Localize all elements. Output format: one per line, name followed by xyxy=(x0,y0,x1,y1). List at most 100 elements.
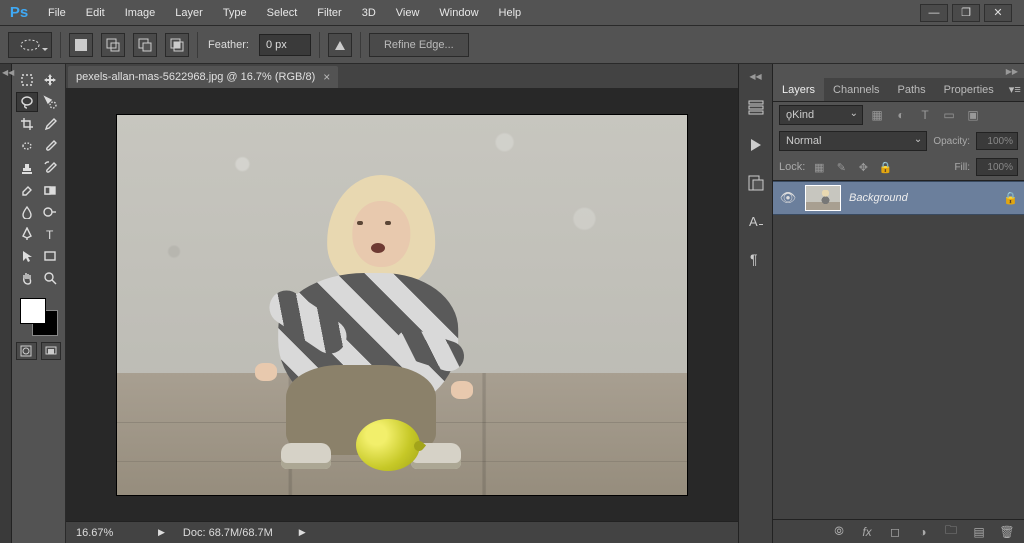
tab-layers[interactable]: Layers xyxy=(773,78,824,101)
gradient-tool[interactable] xyxy=(39,180,61,200)
feather-input[interactable]: 0 px xyxy=(259,34,311,56)
tab-paths[interactable]: Paths xyxy=(889,78,935,101)
color-swatches[interactable] xyxy=(20,298,58,336)
history-brush-tool[interactable] xyxy=(39,158,61,178)
svg-text:T: T xyxy=(46,228,54,241)
group-icon[interactable]: 🗀 xyxy=(942,523,960,541)
expand-strip-icon[interactable]: ◀◀ xyxy=(749,72,761,81)
lock-all-icon[interactable]: 🔒 xyxy=(877,159,893,175)
add-selection-button[interactable] xyxy=(101,33,125,57)
window-controls: — ❐ ✕ xyxy=(920,4,1018,22)
menu-image[interactable]: Image xyxy=(115,3,166,23)
filter-adjust-icon[interactable]: ◐ xyxy=(891,105,911,125)
filter-smart-icon[interactable]: ▣ xyxy=(963,105,983,125)
tab-properties[interactable]: Properties xyxy=(935,78,1003,101)
stamp-tool[interactable] xyxy=(16,158,38,178)
options-bar: Feather: 0 px Refine Edge... xyxy=(0,26,1024,64)
filter-kind-select[interactable]: ϙ Kind xyxy=(779,105,863,125)
menu-filter[interactable]: Filter xyxy=(307,3,351,23)
quickmask-button[interactable] xyxy=(16,342,37,360)
marquee-tool[interactable] xyxy=(16,70,38,90)
subtract-selection-button[interactable] xyxy=(133,33,157,57)
crop-tool[interactable] xyxy=(16,114,38,134)
pen-tool[interactable] xyxy=(16,224,38,244)
foreground-swatch[interactable] xyxy=(20,298,46,324)
mask-icon[interactable]: ◻ xyxy=(886,523,904,541)
blur-tool[interactable] xyxy=(16,202,38,222)
hand-tool[interactable] xyxy=(16,268,38,288)
filter-type-icon[interactable]: T xyxy=(915,105,935,125)
svg-text:¶: ¶ xyxy=(750,251,758,267)
menu-type[interactable]: Type xyxy=(213,3,257,23)
menu-3d[interactable]: 3D xyxy=(352,3,386,23)
status-expand-icon[interactable]: ▶ xyxy=(158,527,165,538)
zoom-readout[interactable]: 16.67% xyxy=(76,527,132,539)
actions-panel-icon[interactable] xyxy=(744,133,768,157)
intersect-selection-button[interactable] xyxy=(165,33,189,57)
antialias-button[interactable] xyxy=(328,33,352,57)
opacity-input[interactable]: 100% xyxy=(976,132,1018,150)
canvas-viewport[interactable] xyxy=(66,88,738,521)
filter-shape-icon[interactable]: ▭ xyxy=(939,105,959,125)
character-panel-icon[interactable]: A xyxy=(744,209,768,233)
balloon-shape xyxy=(356,419,420,471)
menu-select[interactable]: Select xyxy=(257,3,308,23)
menu-file[interactable]: File xyxy=(38,3,76,23)
status-more-icon[interactable]: ▶ xyxy=(299,527,306,538)
delete-layer-icon[interactable]: 🗑 xyxy=(998,523,1016,541)
collapse-panels-icon[interactable]: ▶▶ xyxy=(773,64,1024,78)
menu-edit[interactable]: Edit xyxy=(76,3,115,23)
adjustment-icon[interactable]: ◑ xyxy=(914,523,932,541)
lock-transparent-icon[interactable]: ▦ xyxy=(811,159,827,175)
minimize-button[interactable]: — xyxy=(920,4,948,22)
lock-position-icon[interactable]: ✥ xyxy=(855,159,871,175)
eraser-tool[interactable] xyxy=(16,180,38,200)
close-tab-icon[interactable]: × xyxy=(323,70,330,84)
menu-window[interactable]: Window xyxy=(429,3,488,23)
visibility-eye-icon[interactable]: 👁 xyxy=(779,190,797,206)
history-panel-icon[interactable] xyxy=(744,95,768,119)
fill-input[interactable]: 100% xyxy=(976,158,1018,176)
zoom-tool[interactable] xyxy=(39,268,61,288)
panel-menu-icon[interactable]: ▾≡ xyxy=(1003,78,1024,101)
svg-text:A: A xyxy=(749,214,758,229)
quick-select-tool[interactable] xyxy=(39,92,61,112)
refine-edge-button[interactable]: Refine Edge... xyxy=(369,33,469,57)
move-tool[interactable] xyxy=(39,70,61,90)
layer-filter-row: ϙ Kind ▦ ◐ T ▭ ▣ xyxy=(773,102,1024,128)
panel-tabs: Layers Channels Paths Properties ▾≡ xyxy=(773,78,1024,102)
new-layer-icon[interactable]: ▤ xyxy=(970,523,988,541)
fx-icon[interactable]: fx xyxy=(858,523,876,541)
filter-pixel-icon[interactable]: ▦ xyxy=(867,105,887,125)
menu-layer[interactable]: Layer xyxy=(165,3,213,23)
layer-name[interactable]: Background xyxy=(849,192,908,204)
properties-panel-icon[interactable] xyxy=(744,171,768,195)
eyedropper-tool[interactable] xyxy=(39,114,61,134)
lasso-tool[interactable] xyxy=(16,92,38,112)
maximize-button[interactable]: ❐ xyxy=(952,4,980,22)
patch-tool[interactable] xyxy=(16,136,38,156)
lock-pixels-icon[interactable]: ✎ xyxy=(833,159,849,175)
close-button[interactable]: ✕ xyxy=(984,4,1012,22)
menu-view[interactable]: View xyxy=(386,3,430,23)
blend-row: Normal Opacity: 100% xyxy=(773,128,1024,154)
left-collapse-strip[interactable]: ◀◀ xyxy=(0,64,12,543)
menu-help[interactable]: Help xyxy=(489,3,532,23)
canvas-image xyxy=(117,115,687,495)
shape-tool[interactable] xyxy=(39,246,61,266)
paragraph-panel-icon[interactable]: ¶ xyxy=(744,247,768,271)
tool-preset-picker[interactable] xyxy=(8,32,52,58)
document-tab[interactable]: pexels-allan-mas-5622968.jpg @ 16.7% (RG… xyxy=(68,66,338,88)
new-selection-button[interactable] xyxy=(69,33,93,57)
screenmode-button[interactable] xyxy=(41,342,62,360)
blend-mode-select[interactable]: Normal xyxy=(779,131,927,151)
brush-tool[interactable] xyxy=(39,136,61,156)
dodge-tool[interactable] xyxy=(39,202,61,222)
link-layers-icon[interactable]: ⦾ xyxy=(830,523,848,541)
tab-channels[interactable]: Channels xyxy=(824,78,888,101)
layer-row-background[interactable]: 👁 Background 🔒 xyxy=(773,181,1024,215)
app-body: ◀◀ T xyxy=(0,64,1024,543)
path-select-tool[interactable] xyxy=(16,246,38,266)
type-tool[interactable]: T xyxy=(39,224,61,244)
layer-thumbnail[interactable] xyxy=(805,185,841,211)
